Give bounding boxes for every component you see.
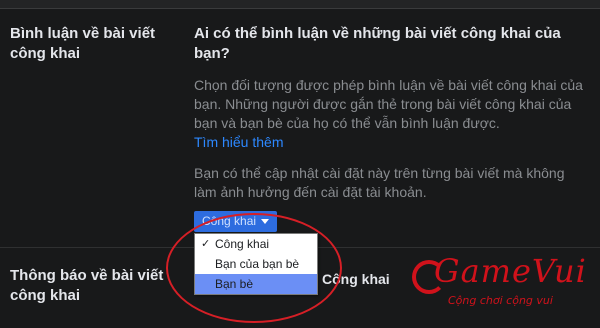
menu-item-public[interactable]: ✓ Công khai [195, 234, 317, 254]
notification-audience-value[interactable]: Công khai [322, 271, 390, 287]
checkmark-icon: ✓ [201, 238, 211, 250]
section-title-notifications: Thông báo về bài viết công khai [10, 267, 164, 304]
logo-tagline: Cộng chơi cộng vui [448, 294, 553, 307]
learn-more-link[interactable]: Tìm hiểu thêm [194, 133, 586, 152]
setting-note: Bạn có thể cập nhật cài đặt này trên từn… [194, 165, 565, 200]
top-border [0, 0, 600, 9]
description-text: Chọn đối tượng được phép bình luận về bà… [194, 77, 583, 131]
menu-item-friends[interactable]: Bạn bè [195, 274, 317, 294]
section-title-comments: Bình luận về bài viết công khai [10, 25, 156, 62]
gamevui-watermark-logo: GameVui Cộng chơi cộng vui [412, 252, 586, 312]
chevron-down-icon [261, 219, 270, 224]
setting-description: Chọn đối tượng được phép bình luận về bà… [194, 76, 586, 152]
logo-brand-text: GameVui [434, 252, 587, 290]
setting-question: Ai có thể bình luận về những bài viết cô… [194, 25, 561, 62]
comment-settings-panel: Ai có thể bình luận về những bài viết cô… [194, 24, 586, 202]
menu-item-friends-of-friends[interactable]: Bạn của bạn bè [195, 254, 317, 274]
menu-item-label: Công khai [215, 237, 270, 251]
audience-menu: ✓ Công khai Bạn của bạn bè Bạn bè [194, 233, 318, 295]
menu-item-label: Bạn của bạn bè [215, 257, 300, 271]
audience-dropdown-button[interactable]: Công khai [194, 211, 278, 232]
audience-dropdown-label: Công khai [202, 214, 257, 228]
menu-item-label: Bạn bè [215, 277, 254, 291]
